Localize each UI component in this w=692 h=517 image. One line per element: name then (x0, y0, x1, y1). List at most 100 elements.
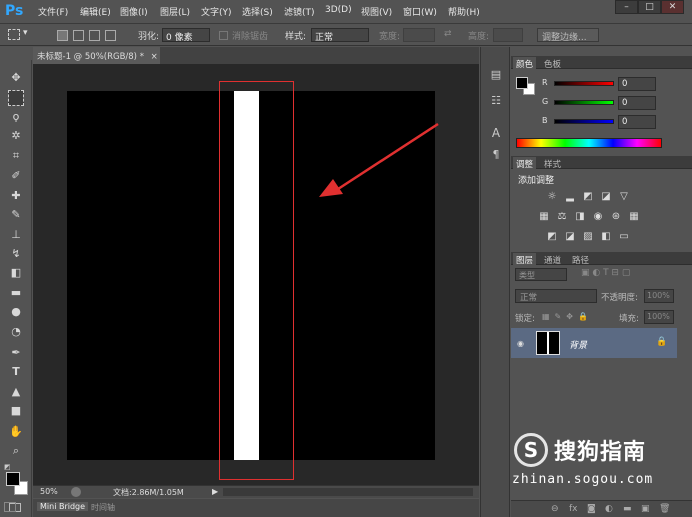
hue-saturation-icon[interactable]: ▦ (538, 211, 550, 223)
layer-filter-icons[interactable]: ▣ ◐ T ⊟ ▢ (581, 268, 630, 278)
lock-icons[interactable]: ▦✎✥🔒 (542, 312, 593, 321)
eyedropper-tool-icon[interactable]: ✐ (8, 168, 24, 184)
tab-styles[interactable]: 样式 (541, 157, 564, 171)
delete-layer-icon[interactable]: 🗑 (659, 504, 670, 514)
zoom-level[interactable]: 50% (40, 487, 58, 496)
color-spectrum-bar[interactable] (516, 138, 662, 148)
layer-filter-select[interactable]: 类型 (515, 268, 567, 281)
zoom-tool-icon[interactable]: ⌕ (8, 443, 24, 459)
crop-tool-icon[interactable]: ⌗ (8, 148, 24, 164)
panel-toggle-icon[interactable] (4, 502, 16, 512)
menu-help[interactable]: 帮助(H) (448, 5, 480, 18)
foreground-color-swatch[interactable] (6, 472, 20, 486)
curves-icon[interactable]: ◩ (582, 191, 594, 203)
layer-style-icon[interactable]: fx (569, 504, 578, 514)
channel-r-slider[interactable] (554, 81, 614, 86)
status-menu-arrow-icon[interactable]: ▶ (212, 487, 218, 496)
tab-color[interactable]: 颜色 (513, 57, 537, 71)
layer-mask-icon[interactable]: ◙ (587, 504, 596, 514)
chevron-down-icon[interactable]: ▾ (23, 28, 28, 38)
menu-3d[interactable]: 3D(D) (325, 5, 352, 15)
new-layer-icon[interactable]: ▣ (641, 504, 650, 514)
opacity-input[interactable]: 100% (644, 289, 674, 303)
black-white-icon[interactable]: ◨ (574, 211, 586, 223)
tab-channels[interactable]: 通道 (541, 253, 564, 267)
channel-r-input[interactable]: 0 (618, 77, 656, 91)
vibrance-icon[interactable]: ▽ (618, 191, 630, 203)
gradient-tool-icon[interactable]: ▬ (8, 285, 24, 301)
menu-view[interactable]: 视图(V) (361, 5, 392, 18)
marquee-tool-preset-icon[interactable] (8, 29, 20, 40)
tab-layers[interactable]: 图层 (513, 253, 537, 267)
menu-type[interactable]: 文字(Y) (201, 5, 232, 18)
width-input[interactable] (403, 28, 435, 42)
minimize-button[interactable]: – (615, 0, 638, 14)
paragraph-panel-icon[interactable]: ¶ (488, 147, 504, 163)
history-brush-tool-icon[interactable]: ↯ (8, 246, 24, 262)
type-tool-icon[interactable]: T (8, 364, 24, 380)
antialias-checkbox[interactable] (219, 31, 228, 40)
document-tab[interactable]: 未标题-1 @ 50%(RGB/8) * × (33, 47, 160, 64)
clone-stamp-tool-icon[interactable]: ⊥ (8, 227, 24, 243)
fill-input[interactable]: 100% (644, 310, 674, 324)
color-lookup-icon[interactable]: ▦ (628, 211, 640, 223)
menu-file[interactable]: 文件(F) (38, 5, 68, 18)
properties-panel-icon[interactable]: ☷ (488, 93, 504, 109)
menu-image[interactable]: 图像(I) (120, 5, 148, 18)
hand-tool-icon[interactable]: ✋ (8, 424, 24, 440)
horizontal-scrollbar[interactable] (223, 488, 473, 496)
blur-tool-icon[interactable]: ● (8, 304, 24, 320)
eraser-tool-icon[interactable]: ◧ (8, 265, 24, 281)
close-button[interactable]: ✕ (661, 0, 684, 14)
menu-window[interactable]: 窗口(W) (403, 5, 437, 18)
gradient-map-icon[interactable]: ▭ (618, 231, 630, 243)
color-balance-icon[interactable]: ⚖ (556, 211, 568, 223)
pen-tool-icon[interactable]: ✒ (8, 345, 24, 361)
tab-paths[interactable]: 路径 (569, 253, 592, 267)
tab-adjustments[interactable]: 调整 (513, 157, 537, 171)
refine-edge-button[interactable]: 调整边缘... (537, 28, 599, 43)
channel-mixer-icon[interactable]: ⊛ (610, 211, 622, 223)
intersect-selection-icon[interactable] (105, 30, 116, 41)
menu-layer[interactable]: 图层(L) (160, 5, 190, 18)
move-tool-icon[interactable]: ✥ (8, 70, 24, 86)
feather-input[interactable]: 0 像素 (162, 28, 210, 43)
channel-b-input[interactable]: 0 (618, 115, 656, 129)
swap-dimensions-icon[interactable]: ⇄ (444, 29, 452, 39)
add-selection-icon[interactable] (73, 30, 84, 41)
link-layers-icon[interactable]: ⊖ (551, 504, 559, 514)
status-info-icon[interactable] (71, 487, 81, 497)
photo-filter-icon[interactable]: ◉ (592, 211, 604, 223)
style-select[interactable]: 正常 (311, 28, 369, 43)
tab-timeline[interactable]: 时间轴 (91, 502, 115, 513)
default-colors-icon[interactable]: ◩ (4, 463, 11, 471)
tab-close-icon[interactable]: × (151, 52, 158, 62)
adjustment-layer-icon[interactable]: ◐ (605, 504, 613, 514)
tab-swatches[interactable]: 色板 (541, 57, 564, 71)
path-selection-tool-icon[interactable]: ▲ (8, 384, 24, 400)
healing-brush-tool-icon[interactable]: ✚ (8, 188, 24, 204)
height-input[interactable] (493, 28, 523, 42)
visibility-eye-icon[interactable]: ◉ (517, 339, 524, 348)
channel-b-slider[interactable] (554, 119, 614, 124)
blend-mode-select[interactable]: 正常 (515, 289, 597, 303)
threshold-icon[interactable]: ▨ (582, 231, 594, 243)
tab-mini-bridge[interactable]: Mini Bridge (37, 502, 89, 511)
selective-color-icon[interactable]: ◧ (600, 231, 612, 243)
brush-tool-icon[interactable]: ✎ (8, 207, 24, 223)
menu-select[interactable]: 选择(S) (242, 5, 273, 18)
layer-name[interactable]: 背景 (569, 338, 587, 351)
new-group-icon[interactable]: ▬ (623, 504, 632, 514)
menu-filter[interactable]: 滤镜(T) (284, 5, 315, 18)
exposure-icon[interactable]: ◪ (600, 191, 612, 203)
canvas-workspace[interactable] (33, 64, 479, 485)
invert-icon[interactable]: ◩ (546, 231, 558, 243)
channel-g-slider[interactable] (554, 100, 614, 105)
maximize-button[interactable]: □ (638, 0, 661, 14)
dodge-tool-icon[interactable]: ◔ (8, 324, 24, 340)
character-panel-icon[interactable]: A (488, 125, 504, 141)
channel-g-input[interactable]: 0 (618, 96, 656, 110)
lasso-tool-icon[interactable]: ϙ (8, 109, 24, 125)
layer-row[interactable]: ◉ 背景 🔒 (511, 328, 677, 358)
color-fg-swatch[interactable] (516, 77, 528, 89)
